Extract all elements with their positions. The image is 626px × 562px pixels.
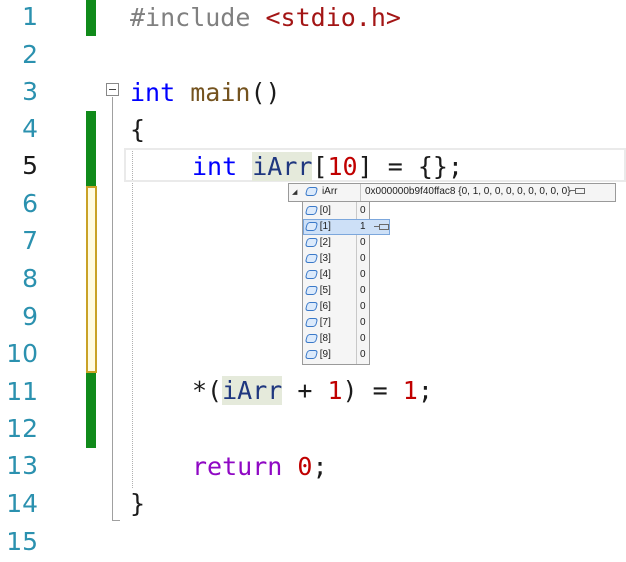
line-number: 6 xyxy=(22,189,38,218)
item-name: [8] xyxy=(319,333,331,344)
item-name: [7] xyxy=(319,317,331,328)
item-value: 0 xyxy=(360,285,366,296)
variable-cube-icon xyxy=(304,221,319,231)
item-value: 0 xyxy=(360,333,366,344)
line-number: 3 xyxy=(22,77,38,106)
variable-cube-icon xyxy=(304,253,319,263)
line-number: 9 xyxy=(22,302,38,331)
variable-cube-icon xyxy=(304,301,319,311)
variable-cube-icon xyxy=(304,237,319,247)
datatip-children: [0] 0 [1] 1 [2] 0 [3] 0 [4] 0 [5] 0 [6] … xyxy=(302,201,390,365)
indent-guide xyxy=(132,148,133,488)
outline-bracket xyxy=(112,97,113,520)
keyword-return: return xyxy=(192,452,283,481)
line-number: 1 xyxy=(22,2,38,31)
variable-cube-icon xyxy=(304,349,319,359)
datatip-item[interactable]: [3] 0 xyxy=(303,251,369,267)
code-line-14[interactable]: } xyxy=(130,486,145,522)
datatip-item[interactable]: [9] 0 xyxy=(303,347,369,363)
datatip-item[interactable]: [8] 0 xyxy=(303,331,369,347)
variable-cube-icon xyxy=(304,186,319,196)
datatip-header[interactable]: ◢ iArr 0x000000b9f40ffac8 {0, 1, 0, 0, 0… xyxy=(288,183,616,202)
line-number: 10 xyxy=(6,339,38,368)
code-line-3[interactable]: int main() xyxy=(130,75,281,111)
datatip-item[interactable]: [7] 0 xyxy=(303,315,369,331)
semicolon: ; xyxy=(417,376,433,405)
line-number: 14 xyxy=(6,489,38,518)
line-number: 12 xyxy=(6,414,38,443)
saved-change-marker xyxy=(86,0,96,36)
datatip-item[interactable]: [5] 0 xyxy=(303,283,369,299)
datatip-variable-name: iArr xyxy=(321,186,338,197)
item-value: 0 xyxy=(360,205,366,216)
keyword-int: int xyxy=(192,152,238,181)
variable-iarr[interactable]: iArr xyxy=(222,376,283,405)
line-number: 4 xyxy=(22,114,38,143)
datatip-item[interactable]: [0] 0 xyxy=(303,203,369,219)
variable-cube-icon xyxy=(304,205,319,215)
expand-arrow-icon[interactable]: ◢ xyxy=(292,189,297,196)
variable-cube-icon xyxy=(304,317,319,327)
variable-cube-icon xyxy=(304,269,319,279)
code-line-4[interactable]: { xyxy=(130,112,145,148)
line-number: 2 xyxy=(22,40,38,69)
datatip-item[interactable]: [6] 0 xyxy=(303,299,369,315)
datatip-item-selected[interactable]: [1] 1 xyxy=(303,219,390,235)
column-divider xyxy=(360,184,361,201)
current-line-number: 5 xyxy=(22,151,38,180)
code-line-1[interactable]: #include <stdio.h> xyxy=(130,0,401,36)
assign-operator: ) = xyxy=(342,376,403,405)
initializer: ] = {}; xyxy=(357,152,463,181)
item-name: [3] xyxy=(319,253,331,264)
item-name: [1] xyxy=(319,221,331,232)
assigned-value: 1 xyxy=(402,376,418,405)
include-header: <stdio.h> xyxy=(265,3,401,32)
parens: () xyxy=(250,78,281,107)
semicolon: ; xyxy=(312,452,328,481)
item-name: [4] xyxy=(319,269,331,280)
preprocessor-directive: #include xyxy=(130,3,251,32)
code-line-13[interactable]: return 0; xyxy=(192,449,328,485)
line-number: 11 xyxy=(6,377,38,406)
item-name: [6] xyxy=(319,301,331,312)
item-name: [2] xyxy=(319,237,331,248)
variable-iarr[interactable]: iArr xyxy=(252,152,313,181)
datatip-item[interactable]: [4] 0 xyxy=(303,267,369,283)
item-value: 0 xyxy=(360,301,366,312)
collapse-toggle-icon[interactable] xyxy=(106,83,119,96)
return-value: 0 xyxy=(297,452,313,481)
code-line-5[interactable]: int iArr[10] = {}; xyxy=(192,149,463,185)
saved-change-marker xyxy=(86,373,96,448)
item-value: 0 xyxy=(360,253,366,264)
deref-open: *( xyxy=(192,376,223,405)
function-name: main xyxy=(190,78,251,107)
pin-icon[interactable] xyxy=(374,224,389,230)
array-size: 10 xyxy=(327,152,358,181)
pin-icon[interactable] xyxy=(570,188,586,195)
outline-bracket-end xyxy=(112,520,120,521)
line-number: 8 xyxy=(22,264,38,293)
datatip-item[interactable]: [2] 0 xyxy=(303,235,369,251)
item-name: [5] xyxy=(319,285,331,296)
item-value: 0 xyxy=(360,349,366,360)
unsaved-change-marker xyxy=(86,186,97,373)
item-name: [9] xyxy=(319,349,331,360)
datatip-variable-value[interactable]: 0x000000b9f40ffac8 {0, 1, 0, 0, 0, 0, 0,… xyxy=(365,186,571,197)
item-name: [0] xyxy=(319,205,331,216)
bracket-open: [ xyxy=(312,152,328,181)
offset-number: 1 xyxy=(327,376,343,405)
item-value: 1 xyxy=(360,221,366,232)
line-number: 15 xyxy=(6,527,38,556)
variable-cube-icon xyxy=(304,333,319,343)
line-number: 7 xyxy=(22,226,38,255)
saved-change-marker xyxy=(86,111,96,186)
keyword-int: int xyxy=(130,78,176,107)
item-value: 0 xyxy=(360,237,366,248)
variable-cube-icon xyxy=(304,285,319,295)
code-line-11[interactable]: *(iArr + 1) = 1; xyxy=(192,373,433,409)
item-value: 0 xyxy=(360,269,366,280)
item-value: 0 xyxy=(360,317,366,328)
line-number: 13 xyxy=(6,451,38,480)
plus-operator: + xyxy=(282,376,328,405)
